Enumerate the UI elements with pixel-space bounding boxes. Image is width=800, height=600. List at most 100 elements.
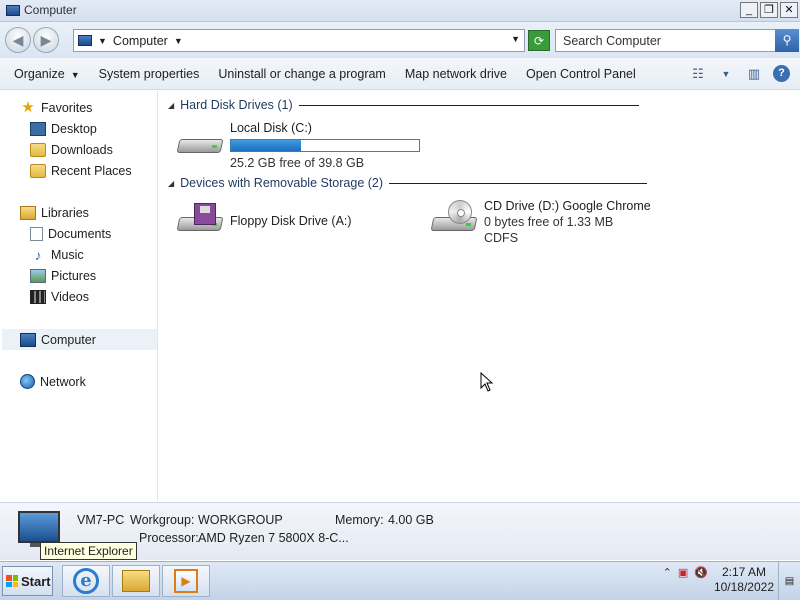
pictures-icon <box>30 269 46 283</box>
command-bar: Organize ▼ System properties Uninstall or… <box>0 58 800 90</box>
computer-icon <box>78 35 92 46</box>
network-status-icon[interactable]: ▣ <box>678 566 688 579</box>
clock-time: 2:17 AM <box>721 565 766 579</box>
view-controls: ☷ ▼ ▥ ? <box>689 65 790 82</box>
clock-date: 10/18/2022 <box>713 580 774 594</box>
nav-pictures[interactable]: Pictures <box>30 269 96 283</box>
start-button[interactable]: Start <box>2 566 53 596</box>
nav-recent-places[interactable]: Recent Places <box>30 164 132 178</box>
collapse-triangle-icon[interactable]: ◢ <box>168 179 174 188</box>
organize-button[interactable]: Organize ▼ <box>14 67 80 81</box>
title-bar: Computer _ ❐ ✕ <box>0 0 800 22</box>
breadcrumb[interactable]: Computer <box>113 34 168 48</box>
drive-d-name: CD Drive (D:) Google Chrome <box>484 199 651 213</box>
workgroup-value: WORKGROUP <box>198 513 283 527</box>
drive-a-name: Floppy Disk Drive (A:) <box>230 214 352 228</box>
map-network-drive-button[interactable]: Map network drive <box>405 67 507 81</box>
minimize-button[interactable]: _ <box>740 2 758 18</box>
music-icon: ♪ <box>34 247 42 263</box>
chevron-down-icon[interactable]: ▼ <box>174 36 183 46</box>
drive-d-free-space: 0 bytes free of 1.33 MB <box>484 215 614 229</box>
breadcrumb-arrow-icon[interactable]: ▼ <box>98 36 107 46</box>
preview-pane-icon[interactable]: ▥ <box>745 66 763 82</box>
recent-places-icon <box>30 164 46 178</box>
maximize-button[interactable]: ❐ <box>760 2 778 18</box>
drive-d-filesystem: CDFS <box>484 231 519 245</box>
drive-c[interactable]: Local Disk (C:) 25.2 GB free of 39.8 GB <box>176 121 420 170</box>
group-removable-storage[interactable]: ◢ Devices with Removable Storage (2) <box>168 176 648 190</box>
libraries-icon <box>20 206 36 220</box>
taskbar: Start e ▶ ⌃ ▣ 🔇 2:17 AM 10/18/2022 ▤ <box>0 561 800 600</box>
window-title-text: Computer <box>24 3 77 17</box>
folder-icon <box>122 570 150 592</box>
memory-label: Memory: <box>335 513 384 527</box>
taskbar-internet-explorer[interactable]: e <box>62 565 110 597</box>
nav-computer[interactable]: Computer <box>2 329 157 350</box>
drive-a[interactable]: Floppy Disk Drive (A:) <box>176 199 352 239</box>
navigation-pane: ★ Favorites Desktop Downloads Recent Plac… <box>0 91 158 501</box>
media-player-icon: ▶ <box>174 569 198 593</box>
nav-documents[interactable]: Documents <box>30 227 111 241</box>
drive-d[interactable]: CD Drive (D:) Google Chrome 0 bytes free… <box>430 199 651 245</box>
search-icon[interactable]: ⚲ <box>775 29 799 52</box>
cd-drive-icon <box>430 199 478 239</box>
open-control-panel-button[interactable]: Open Control Panel <box>526 67 636 81</box>
help-icon[interactable]: ? <box>773 65 790 82</box>
clock[interactable]: 2:17 AM 10/18/2022 <box>714 565 774 595</box>
volume-muted-icon[interactable]: 🔇 <box>694 566 708 579</box>
floppy-drive-icon <box>176 199 224 239</box>
documents-icon <box>30 227 43 241</box>
search-input[interactable]: Search Computer ⚲ <box>555 29 799 52</box>
window-title: Computer <box>6 3 77 17</box>
navigation-bar: ◀ ▶ ▼ Computer ▼ ▼ ⟳ Search Computer ⚲ <box>0 22 800 58</box>
system-tray: ⌃ ▣ 🔇 <box>663 566 708 579</box>
computer-monitor-icon <box>18 511 60 543</box>
nav-libraries[interactable]: Libraries <box>20 206 89 220</box>
address-history-dropdown[interactable]: ▼ <box>511 34 520 44</box>
show-hidden-icons-icon[interactable]: ⌃ <box>663 566 672 579</box>
close-button[interactable]: ✕ <box>780 2 798 18</box>
hard-drive-icon <box>176 121 224 161</box>
taskbar-media-player[interactable]: ▶ <box>162 565 210 597</box>
nav-music[interactable]: ♪ Music <box>30 248 84 262</box>
forward-button[interactable]: ▶ <box>33 27 59 53</box>
view-dropdown-icon[interactable]: ▼ <box>717 66 735 82</box>
refresh-button[interactable]: ⟳ <box>528 30 550 51</box>
drive-c-usage-bar <box>230 139 420 152</box>
desktop-icon <box>30 122 46 136</box>
nav-videos[interactable]: Videos <box>30 290 89 304</box>
computer-icon <box>6 4 20 16</box>
group-divider <box>389 182 648 184</box>
taskbar-windows-explorer[interactable] <box>112 565 160 597</box>
processor-value: AMD Ryzen 7 5800X 8-C... <box>198 531 349 545</box>
network-icon <box>20 374 35 389</box>
address-bar[interactable]: ▼ Computer ▼ ▼ <box>73 29 525 52</box>
nav-desktop[interactable]: Desktop <box>30 122 97 136</box>
show-desktop-button[interactable]: ▤ <box>778 562 800 600</box>
nav-network[interactable]: Network <box>20 374 86 389</box>
back-button[interactable]: ◀ <box>5 27 31 53</box>
downloads-folder-icon <box>30 143 46 157</box>
computer-icon <box>20 332 36 347</box>
change-view-icon[interactable]: ☷ <box>689 66 707 82</box>
pc-name: VM7-PC <box>77 513 125 527</box>
drive-c-free-space: 25.2 GB free of 39.8 GB <box>230 156 365 170</box>
tooltip: Internet Explorer <box>40 542 137 560</box>
content-pane: ◢ Hard Disk Drives (1) Local Disk (C:) 2… <box>160 91 800 501</box>
mouse-cursor-icon <box>480 372 494 392</box>
internet-explorer-icon: e <box>73 568 99 594</box>
uninstall-program-button[interactable]: Uninstall or change a program <box>218 67 385 81</box>
nav-downloads[interactable]: Downloads <box>30 143 113 157</box>
nav-favorites[interactable]: ★ Favorites <box>20 99 92 116</box>
star-icon: ★ <box>21 99 35 116</box>
processor-label: Processor: <box>139 531 199 545</box>
drive-c-name: Local Disk (C:) <box>230 121 312 135</box>
memory-value: 4.00 GB <box>388 513 434 527</box>
collapse-triangle-icon[interactable]: ◢ <box>168 101 174 110</box>
videos-icon <box>30 290 46 304</box>
system-properties-button[interactable]: System properties <box>99 67 200 81</box>
group-hard-disk-drives[interactable]: ◢ Hard Disk Drives (1) <box>168 98 639 112</box>
window-controls: _ ❐ ✕ <box>740 2 798 18</box>
group-divider <box>298 104 639 106</box>
windows-logo-icon <box>6 575 18 587</box>
